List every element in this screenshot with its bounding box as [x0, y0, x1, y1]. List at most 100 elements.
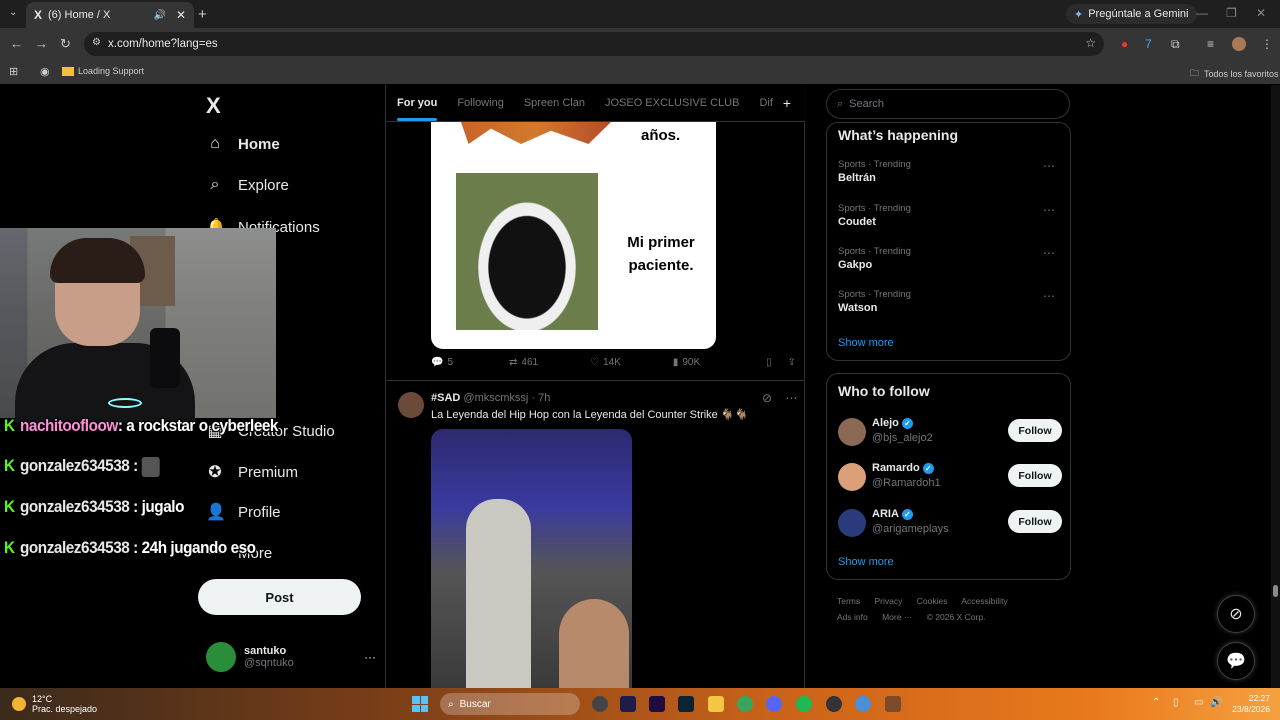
taskbar-clock[interactable]: 22:27 23/8/2026: [1232, 693, 1270, 715]
messages-float-button[interactable]: 💬: [1217, 642, 1255, 680]
x-logo-icon[interactable]: X: [206, 93, 221, 119]
forward-icon[interactable]: →: [35, 36, 48, 51]
search-input[interactable]: ⌕ Search: [826, 89, 1070, 119]
browser-tab[interactable]: X (6) Home / X 🔊 ✕: [26, 2, 194, 28]
tab-spreen-clan[interactable]: Spreen Clan: [524, 97, 585, 109]
tweet-author-handle[interactable]: @mkscmkssj: [463, 392, 528, 404]
back-icon[interactable]: ←: [10, 36, 23, 51]
footer-link[interactable]: Cookies: [917, 596, 948, 606]
avatar[interactable]: [838, 509, 866, 537]
trend-item[interactable]: Sports · Trending Watson ⋯: [838, 289, 1063, 314]
extension-red-icon[interactable]: ●: [1121, 37, 1128, 51]
footer-link[interactable]: Privacy: [875, 596, 903, 606]
follow-suggestion[interactable]: ARIA ✓ @arigameplays Follow: [838, 507, 1063, 541]
trend-item[interactable]: Sports · Trending Beltrán ⋯: [838, 159, 1063, 184]
tray-app-icon[interactable]: ▯: [1173, 697, 1179, 708]
follow-suggestion[interactable]: Alejo ✓ @bjs_alejo2 Follow: [838, 416, 1063, 450]
start-windows-icon[interactable]: [412, 696, 428, 712]
footer-link[interactable]: Terms: [837, 596, 860, 606]
like-button[interactable]: ♡ 14K: [590, 357, 621, 368]
scrollbar-thumb[interactable]: [1273, 585, 1278, 597]
extensions-puzzle-icon[interactable]: ⧉: [1171, 37, 1180, 52]
trend-more-icon[interactable]: ⋯: [1043, 246, 1055, 260]
tab-search-icon[interactable]: ⌄: [9, 7, 17, 18]
minimize-icon[interactable]: —: [1196, 6, 1208, 20]
tray-chevron-icon[interactable]: ⌃: [1152, 697, 1160, 708]
app-icon[interactable]: [826, 696, 842, 712]
premiere-app-icon[interactable]: [649, 696, 665, 712]
sidebar-item-profile[interactable]: 👤 Profile: [206, 502, 281, 522]
site-info-icon[interactable]: ⚙: [92, 37, 101, 48]
grok-icon[interactable]: ⊘: [762, 391, 772, 405]
tweet-image-meme[interactable]: años. Mi primer paciente.: [431, 122, 716, 349]
post-button[interactable]: Post: [198, 579, 361, 615]
avatar[interactable]: [398, 392, 424, 418]
speaker-icon[interactable]: 🔊: [153, 10, 165, 21]
address-bar[interactable]: ⚙ x.com/home?lang=es ☆: [84, 32, 1104, 56]
sidebar-item-home[interactable]: ⌂ Home: [206, 135, 280, 153]
file-explorer-app-icon[interactable]: [708, 696, 724, 712]
volume-icon[interactable]: 🔊: [1210, 697, 1222, 708]
page-scrollbar[interactable]: [1271, 85, 1280, 688]
photoshop-app-icon[interactable]: [678, 696, 694, 712]
show-more-follow[interactable]: Show more: [838, 556, 894, 568]
spotify-app-icon[interactable]: [796, 696, 812, 712]
follow-button[interactable]: Follow: [1008, 464, 1062, 487]
tweet-more-icon[interactable]: ⋯: [785, 391, 797, 405]
trend-more-icon[interactable]: ⋯: [1043, 289, 1055, 303]
trend-item[interactable]: Sports · Trending Gakpo ⋯: [838, 246, 1063, 271]
add-tab-icon[interactable]: +: [783, 95, 791, 111]
discord-app-icon[interactable]: [766, 696, 782, 712]
tab-following[interactable]: Following: [457, 97, 503, 109]
reply-button[interactable]: 💬 5: [431, 357, 453, 368]
account-more-icon[interactable]: ···: [364, 650, 376, 664]
gemini-button[interactable]: ✦ Pregúntale a Gemini: [1066, 4, 1197, 24]
extension-seven-icon[interactable]: 7: [1145, 37, 1152, 51]
avatar[interactable]: [838, 463, 866, 491]
network-icon[interactable]: ▭: [1194, 697, 1203, 708]
footer-link[interactable]: Ads info: [837, 612, 868, 622]
tweet-time[interactable]: · 7h: [531, 392, 550, 404]
obs-app-icon[interactable]: [592, 696, 608, 712]
new-tab-button[interactable]: +: [198, 6, 207, 23]
trend-more-icon[interactable]: ⋯: [1043, 203, 1055, 217]
views-button[interactable]: ▮ 90K: [673, 357, 700, 368]
avatar[interactable]: [838, 418, 866, 446]
account-switcher[interactable]: santuko @sqntuko ···: [206, 642, 376, 672]
chrome-app-icon[interactable]: [737, 696, 753, 712]
trend-more-icon[interactable]: ⋯: [1043, 159, 1055, 173]
share-button[interactable]: ⇪: [788, 357, 796, 368]
tab-joseo-exclusive-club[interactable]: JOSEO EXCLUSIVE CLUB: [605, 97, 740, 109]
reload-icon[interactable]: ↻: [60, 36, 71, 52]
follow-button[interactable]: Follow: [1008, 510, 1062, 533]
bookmark-star-icon[interactable]: ☆: [1085, 36, 1096, 50]
bookmark-loading-support[interactable]: Loading Support: [62, 66, 144, 76]
kebab-menu-icon[interactable]: ⋮: [1261, 37, 1273, 51]
close-tab-icon[interactable]: ✕: [176, 8, 186, 22]
repost-button[interactable]: ⇄ 461: [509, 357, 538, 368]
weather-widget[interactable]: 12°C Prac. despejado: [12, 694, 97, 714]
follow-button[interactable]: Follow: [1008, 419, 1062, 442]
tweet-author-name[interactable]: #SAD: [431, 392, 460, 404]
media-control-icon[interactable]: ≡: [1207, 37, 1214, 51]
trend-item[interactable]: Sports · Trending Coudet ⋯: [838, 203, 1063, 228]
maximize-icon[interactable]: ❐: [1226, 6, 1237, 20]
grok-float-button[interactable]: ⊘: [1217, 595, 1255, 633]
bookmark-button[interactable]: ▯: [766, 357, 772, 368]
close-window-icon[interactable]: ✕: [1256, 6, 1266, 20]
apps-grid-icon[interactable]: ⊞: [9, 65, 18, 78]
footer-link[interactable]: Accessibility: [961, 596, 1007, 606]
tab-dif[interactable]: Dif: [759, 97, 772, 109]
app-icon[interactable]: [885, 696, 901, 712]
sidebar-item-premium[interactable]: ✪ Premium: [206, 462, 298, 482]
profile-avatar-icon[interactable]: [1232, 37, 1246, 51]
show-more-trends[interactable]: Show more: [838, 337, 894, 349]
chrome-profile-app-icon[interactable]: [855, 696, 871, 712]
sidebar-item-explore[interactable]: ⌕ Explore: [206, 176, 289, 194]
follow-suggestion[interactable]: Ramardo ✓ @Ramardoh1 Follow: [838, 461, 1063, 495]
tweet-image-photo[interactable]: [431, 429, 632, 688]
tab-for-you[interactable]: For you: [397, 97, 438, 121]
footer-link[interactable]: More ···: [882, 612, 912, 622]
chrome-web-icon[interactable]: ◉: [40, 65, 50, 78]
after-effects-app-icon[interactable]: [620, 696, 636, 712]
